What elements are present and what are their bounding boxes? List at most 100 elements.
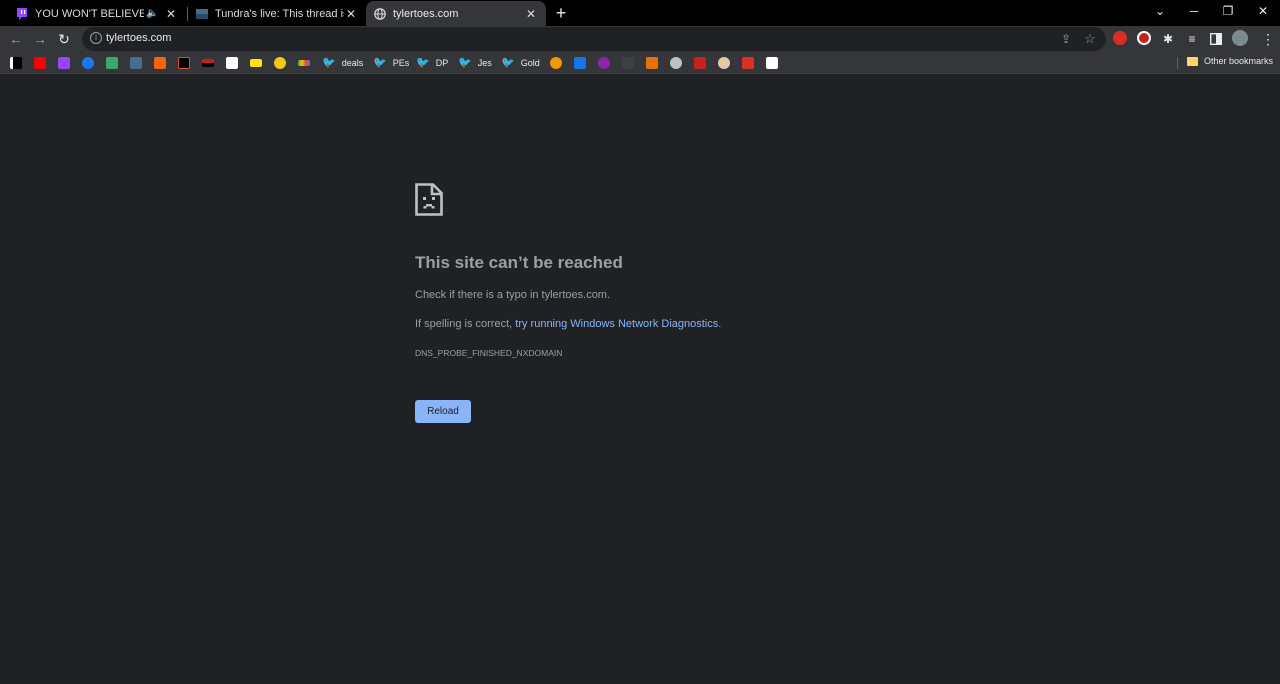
speaker-icon[interactable]: 🔈 <box>146 8 158 19</box>
extension-scrubber-icon[interactable] <box>1137 31 1151 45</box>
bookmark-site[interactable] <box>718 56 735 70</box>
forward-icon[interactable]: → <box>30 29 50 49</box>
close-window-button[interactable]: ✕ <box>1246 0 1280 24</box>
site-icon <box>598 57 610 69</box>
twitter-icon: 🐦 <box>322 57 336 69</box>
reload-icon[interactable]: ↻ <box>54 29 74 49</box>
bookmark-home-depot[interactable] <box>154 56 171 70</box>
toolbar: ← → ↻ i tylertoes.com ⇪ ☆ ✱ ≡ ⋮ <box>0 26 1280 52</box>
address-bar[interactable]: i tylertoes.com ⇪ ☆ <box>82 27 1106 51</box>
bookmark-jes[interactable]: 🐦 Jes <box>458 56 492 70</box>
bookmark-divider <box>1177 57 1178 69</box>
error-suggestion: If spelling is correct, try running Wind… <box>415 318 721 330</box>
tab-title: YOU WON'T BELIEVE HOW F <box>35 7 144 20</box>
bookmark-patreon[interactable] <box>10 56 27 70</box>
site-icon <box>178 57 190 69</box>
bookmark-facebook[interactable] <box>82 56 99 70</box>
bookmark-site[interactable] <box>574 56 591 70</box>
twitter-icon: 🐦 <box>458 57 472 69</box>
site-icon <box>202 59 214 67</box>
site-icon <box>106 57 118 69</box>
share-icon[interactable]: ⇪ <box>1056 29 1076 49</box>
twitch-icon <box>16 7 28 20</box>
tab-tylertoes[interactable]: tylertoes.com ✕ <box>366 1 546 26</box>
facebook-icon <box>82 57 94 69</box>
bookmark-site[interactable] <box>670 56 687 70</box>
bookmarks-bar: 🐦 deals 🐦 PEs 🐦 DP 🐦 Jes 🐦 Gold Other bookmar… <box>0 52 1280 74</box>
patreon-icon <box>10 57 22 69</box>
bookmark-youtube[interactable] <box>34 56 51 70</box>
other-bookmarks-label: Other bookmarks <box>1204 56 1274 66</box>
extension-red-icon[interactable] <box>1113 31 1127 45</box>
bookmark-site[interactable] <box>598 56 615 70</box>
home-depot-icon <box>154 57 166 69</box>
tab-tundra[interactable]: Tundra's live: This thread is bussi ✕ <box>188 1 366 26</box>
bookmark-label: Jes <box>477 58 492 68</box>
bookmark-site[interactable] <box>550 56 567 70</box>
bookmark-site[interactable] <box>202 56 219 70</box>
sad-document-icon <box>415 183 443 216</box>
bookmark-site[interactable] <box>694 56 711 70</box>
suggestion-suffix: . <box>718 318 722 330</box>
side-panel-icon[interactable] <box>1206 29 1226 49</box>
bookmark-deals[interactable]: 🐦 deals <box>322 56 363 70</box>
menu-icon[interactable]: ⋮ <box>1258 29 1278 49</box>
bookmark-site[interactable] <box>622 56 639 70</box>
site-icon <box>718 57 730 69</box>
bookmark-label: PEs <box>392 58 410 68</box>
bookmark-star-icon[interactable]: ☆ <box>1080 29 1100 49</box>
error-title: This site can’t be reached <box>415 253 623 272</box>
close-tab-icon[interactable]: ✕ <box>344 7 358 21</box>
url-text[interactable]: tylertoes.com <box>106 32 171 44</box>
tab-strip: YOU WON'T BELIEVE HOW F 🔈 ✕ Tundra's liv… <box>0 0 1280 26</box>
twitter-icon: 🐦 <box>416 57 430 69</box>
amazon-icon <box>226 57 238 69</box>
tab-title: Tundra's live: This thread is bussi <box>215 7 344 20</box>
site-icon <box>298 60 310 66</box>
bookmark-site[interactable] <box>742 56 759 70</box>
twitter-icon: 🐦 <box>373 57 387 69</box>
folder-icon <box>1187 56 1198 66</box>
info-icon[interactable]: i <box>90 32 102 44</box>
suggestion-prefix: If spelling is correct, <box>415 318 516 330</box>
close-tab-icon[interactable]: ✕ <box>164 7 178 21</box>
bookmark-label: Gold <box>520 58 540 68</box>
bookmark-site[interactable] <box>274 56 291 70</box>
bookmark-site[interactable] <box>298 56 315 70</box>
bookmark-label: deals <box>341 58 364 68</box>
reload-button[interactable]: Reload <box>415 400 471 423</box>
error-code: DNS_PROBE_FINISHED_NXDOMAIN <box>415 348 563 358</box>
twitch-icon <box>58 57 70 69</box>
bookmark-amazon[interactable] <box>226 56 243 70</box>
tab-title: tylertoes.com <box>393 7 459 20</box>
bookmark-pes[interactable]: 🐦 PEs <box>373 56 409 70</box>
site-icon <box>694 57 706 69</box>
site-thumbnail-icon <box>196 8 208 20</box>
new-tab-button[interactable]: + <box>551 3 571 23</box>
bookmark-amazon[interactable] <box>766 56 783 70</box>
minimize-button[interactable]: ─ <box>1177 0 1211 24</box>
bookmark-twitch[interactable] <box>58 56 75 70</box>
bookmark-site[interactable] <box>646 56 663 70</box>
bookmark-site[interactable] <box>178 56 195 70</box>
bookmark-gold[interactable]: 🐦 Gold <box>501 56 540 70</box>
bookmark-dp[interactable]: 🐦 DP <box>416 56 448 70</box>
amazon-icon <box>766 57 778 69</box>
back-icon[interactable]: ← <box>6 29 26 49</box>
bookmark-site[interactable] <box>106 56 123 70</box>
site-icon <box>646 57 658 69</box>
bookmark-site[interactable] <box>130 56 147 70</box>
other-bookmarks[interactable]: Other bookmarks <box>1187 56 1273 66</box>
site-icon <box>250 59 262 67</box>
restore-button[interactable]: ❐ <box>1211 0 1245 24</box>
site-icon <box>742 57 754 69</box>
close-tab-icon[interactable]: ✕ <box>524 7 538 21</box>
profile-avatar[interactable] <box>1232 30 1248 46</box>
bookmark-site[interactable] <box>250 56 267 70</box>
tab-search-icon[interactable]: ⌄ <box>1143 0 1177 24</box>
network-diagnostics-link[interactable]: try running Windows Network Diagnostics <box>515 318 718 330</box>
media-control-icon[interactable]: ≡ <box>1182 29 1202 49</box>
extensions-puzzle-icon[interactable]: ✱ <box>1158 29 1178 49</box>
tab-twitch[interactable]: YOU WON'T BELIEVE HOW F 🔈 ✕ <box>8 1 186 26</box>
site-icon <box>130 57 142 69</box>
